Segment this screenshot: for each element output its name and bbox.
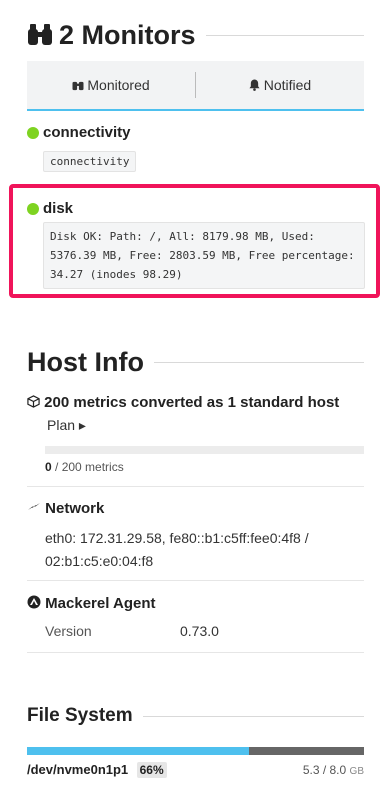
network-block: Network eth0: 172.31.29.58, fe80::b1:c5f… (27, 499, 364, 573)
network-value: eth0: 172.31.29.58, fe80::b1:c5ff:fee0:4… (45, 530, 309, 569)
monitor-item[interactable]: connectivity connectivity (27, 123, 364, 172)
bell-icon (249, 77, 264, 93)
monitors-header: 2 Monitors (27, 18, 364, 52)
metrics-count: 0 / 200 metrics (45, 460, 124, 474)
host-info-header: Host Info (27, 345, 364, 379)
fs-used: 5.3 (302, 763, 320, 777)
fs-usage-bar-fill (27, 747, 250, 755)
tab-notified-label: Notified (263, 77, 312, 93)
cube-icon (27, 394, 44, 411)
network-heading: Network (45, 500, 105, 517)
plan-toggle[interactable]: Plan ▸ (47, 417, 364, 434)
version-value: 0.73.0 (180, 623, 219, 639)
file-system-header: File System (27, 704, 364, 728)
divider (205, 34, 364, 36)
tab-monitored-label: Monitored (87, 77, 150, 93)
metrics-heading: 200 metrics converted as 1 standard host (44, 394, 340, 411)
metrics-used: 0 (45, 460, 52, 474)
page-title: 2 Monitors (59, 19, 196, 50)
fs-device: /dev/nvme0n1p1 (27, 762, 129, 777)
network-icon (27, 500, 45, 517)
agent-block: Mackerel Agent Version 0.73.0 (27, 594, 364, 639)
divider (27, 652, 364, 653)
status-dot (27, 127, 39, 140)
divider (153, 361, 364, 363)
monitor-name: connectivity (43, 124, 131, 141)
monitor-message: connectivity (43, 151, 137, 172)
tab-notified[interactable]: Notified (196, 77, 364, 93)
monitor-name: disk (43, 200, 74, 217)
monitor-tabs: Monitored Notified (27, 61, 364, 111)
metrics-total: / 200 metrics (55, 460, 124, 474)
monitor-message: Disk OK: Path: /, All: 8179.98 MB, Used:… (43, 222, 365, 289)
metrics-bar (45, 446, 364, 454)
fs-usage-bar (27, 747, 364, 755)
status-dot (27, 203, 39, 216)
fs-row: /dev/nvme0n1p1 66% 5.3 / 8.0 GB (27, 761, 364, 779)
binoculars-icon (27, 23, 53, 47)
divider (27, 580, 364, 581)
fs-percent-badge: 66% (136, 762, 167, 778)
fs-unit: GB (349, 766, 364, 777)
mackerel-icon (27, 595, 45, 612)
section-title: Host Info (27, 346, 144, 377)
metrics-block: 200 metrics converted as 1 standard host… (27, 393, 364, 434)
version-label: Version (45, 623, 92, 639)
tab-monitored[interactable]: Monitored (27, 77, 195, 93)
divider (142, 715, 364, 717)
agent-heading: Mackerel Agent (45, 595, 156, 612)
divider (27, 486, 364, 487)
fs-total: / 8.0 (322, 763, 347, 777)
section-title: File System (27, 705, 133, 726)
binoculars-icon (72, 81, 87, 93)
monitor-item[interactable]: disk Disk OK: Path: /, All: 8179.98 MB, … (27, 199, 365, 289)
